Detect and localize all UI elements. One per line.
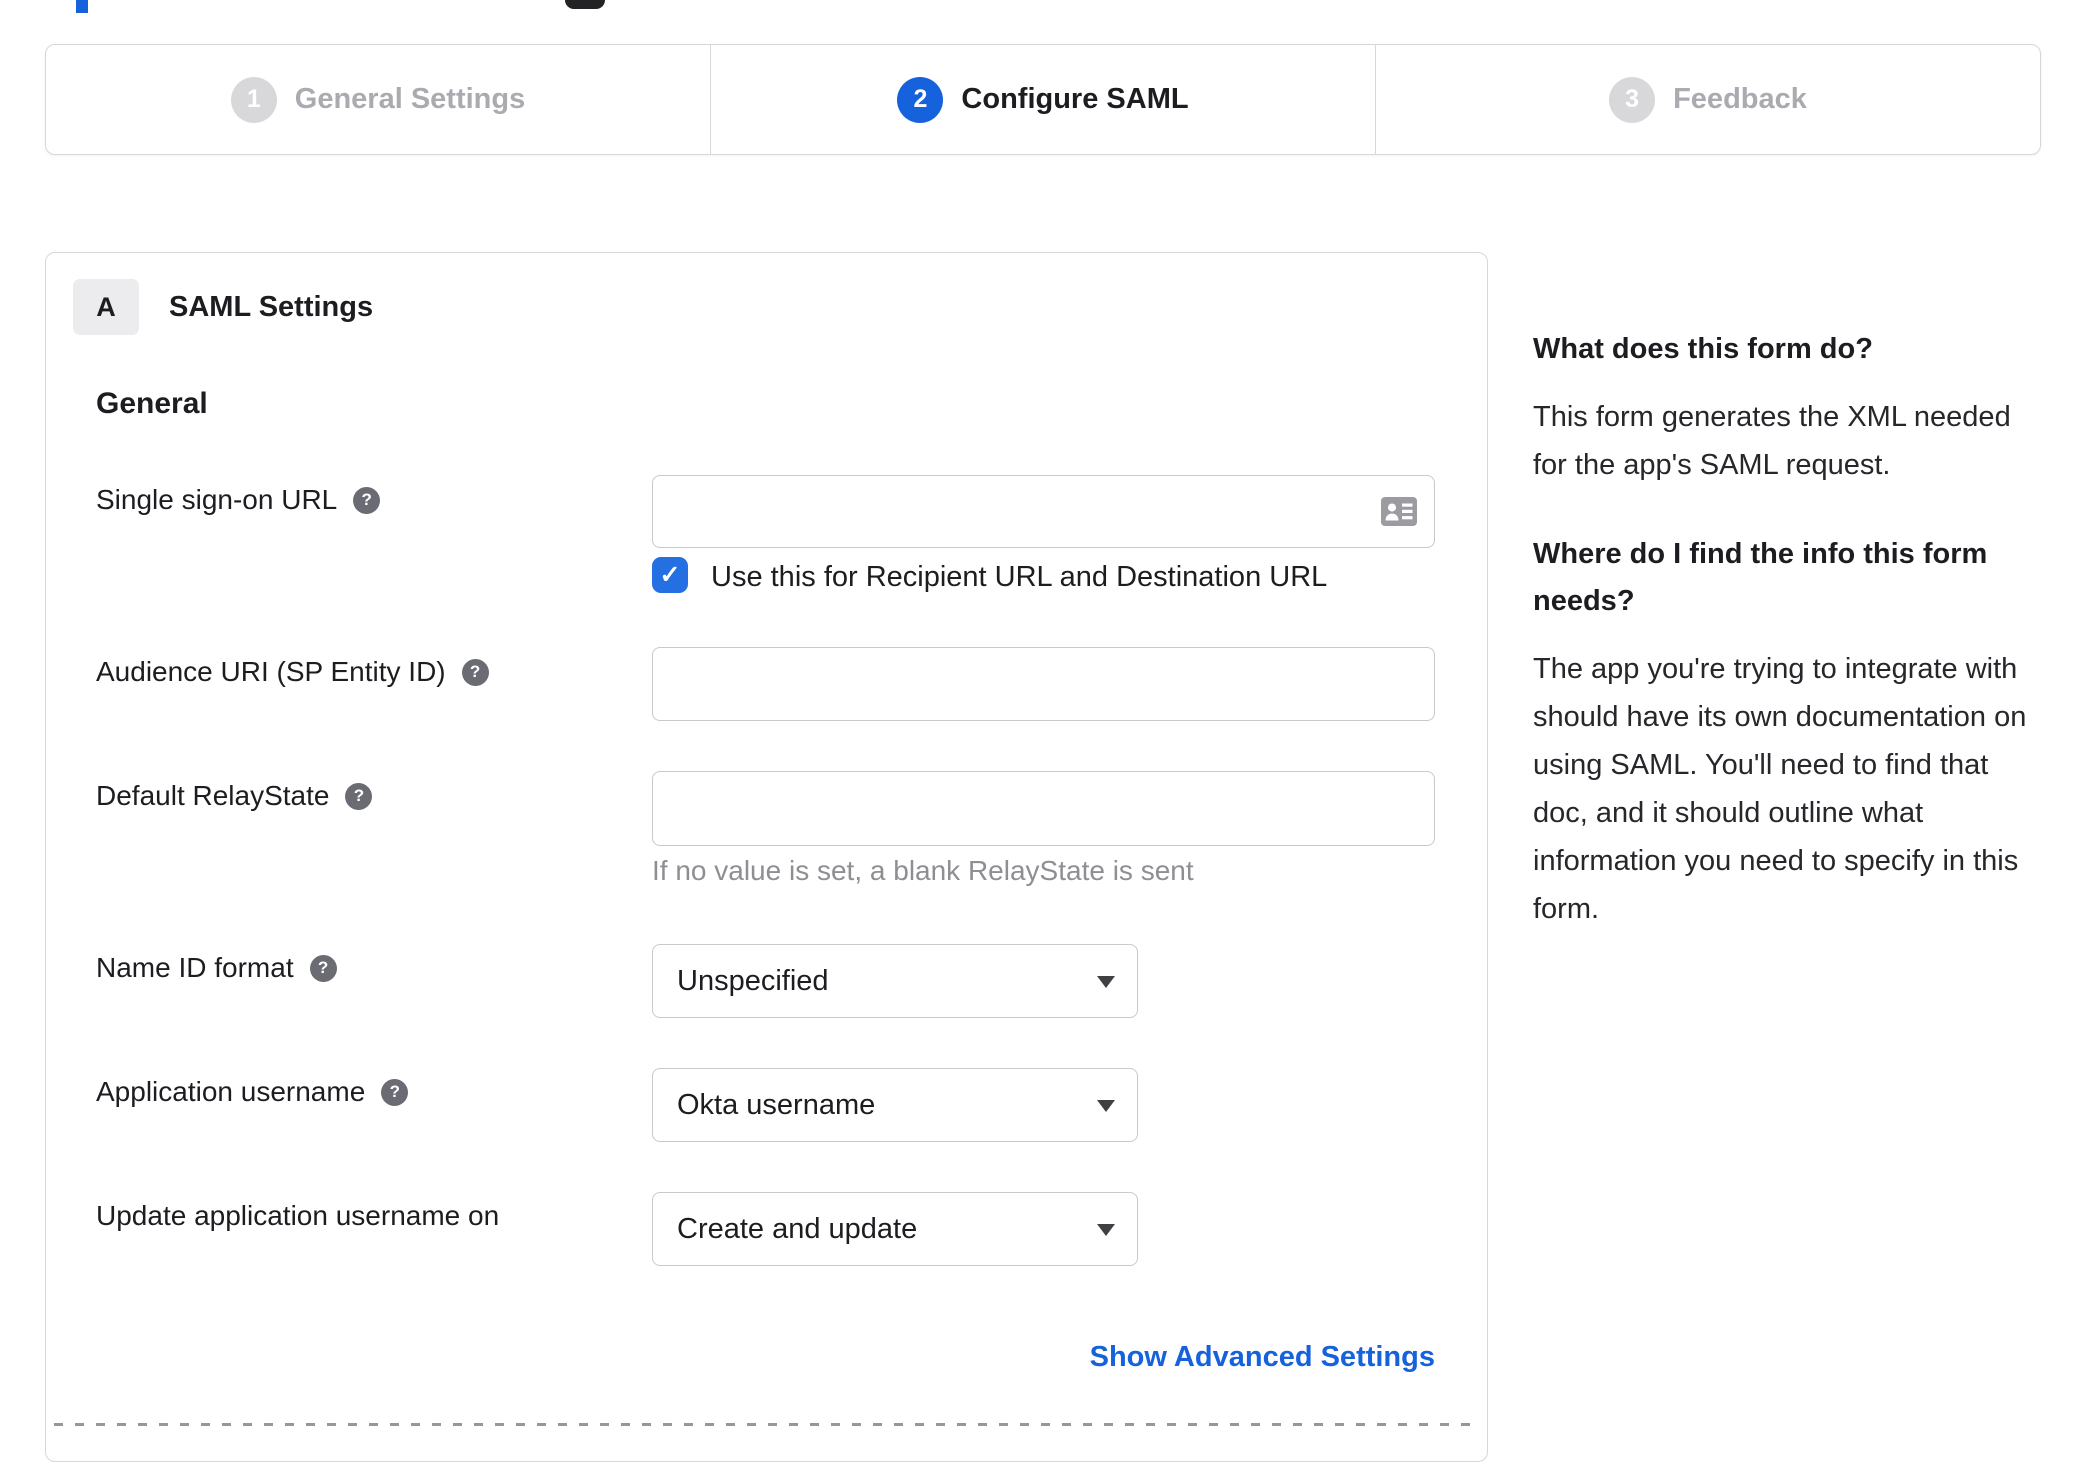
audience-uri-input[interactable] [652,647,1435,721]
sso-url-label-row: Single sign-on URL ? [96,483,381,517]
relay-state-input[interactable] [652,771,1435,846]
name-id-format-value: Unspecified [677,964,829,997]
general-group-title: General [96,387,208,420]
relay-state-helper-text: If no value is set, a blank RelayState i… [652,855,1194,886]
sso-url-help-icon[interactable]: ? [353,486,381,514]
step-configure-saml[interactable]: 2 Configure SAML [710,45,1375,154]
chevron-down-icon [1097,1224,1115,1236]
step-2-label: Configure SAML [961,83,1189,115]
help-heading-2: Where do I find the info this form needs… [1533,538,1988,617]
help-sidebar: What does this form do? This form genera… [1533,326,2045,975]
help-body-2: The app you're trying to integrate with … [1533,653,2027,925]
chevron-down-icon [1097,1100,1115,1112]
update-username-select[interactable]: Create and update [652,1192,1138,1266]
audience-uri-help-icon[interactable]: ? [461,658,489,686]
clipped-dark-element [565,0,605,9]
sso-url-label: Single sign-on URL [96,484,338,515]
help-heading-1: What does this form do? [1533,333,1873,365]
help-body-1: This form generates the XML needed for t… [1533,401,2011,481]
recipient-url-checkbox-label: Use this for Recipient URL and Destinati… [711,561,1328,593]
audience-uri-label-row: Audience URI (SP Entity ID) ? [96,655,489,689]
name-id-format-select[interactable]: Unspecified [652,944,1138,1018]
section-a-badge: A [73,279,139,335]
step-1-number: 1 [230,76,277,123]
step-feedback[interactable]: 3 Feedback [1375,45,2040,154]
name-id-format-label: Name ID format [96,952,294,983]
chevron-down-icon [1097,976,1115,988]
relay-state-label: Default RelayState [96,780,330,811]
wizard-stepper: 1 General Settings 2 Configure SAML 3 Fe… [45,44,2041,155]
name-id-format-help-icon[interactable]: ? [309,954,337,982]
show-advanced-settings-link[interactable]: Show Advanced Settings [1090,1341,1435,1374]
app-username-help-icon[interactable]: ? [381,1078,409,1106]
section-title: SAML Settings [169,290,374,323]
audience-uri-label: Audience URI (SP Entity ID) [96,656,446,687]
step-1-label: General Settings [294,83,526,115]
update-username-value: Create and update [677,1212,918,1245]
step-general-settings[interactable]: 1 General Settings [46,45,710,154]
step-2-number: 2 [897,76,944,123]
app-username-label-row: Application username ? [96,1075,409,1109]
relay-state-help-icon[interactable]: ? [345,782,373,810]
relay-state-label-row: Default RelayState ? [96,779,373,813]
sso-url-input-wrap [652,475,1435,548]
recipient-url-checkbox[interactable]: ✓ [652,557,688,593]
app-username-select[interactable]: Okta username [652,1068,1138,1142]
panel-header: A SAML Settings [73,279,373,335]
app-username-value: Okta username [677,1088,876,1121]
app-username-label: Application username [96,1076,366,1107]
sso-url-input[interactable] [652,475,1435,548]
name-id-format-label-row: Name ID format ? [96,951,337,985]
update-username-label: Update application username on [96,1200,500,1231]
step-3-number: 3 [1609,76,1656,123]
clipped-blue-element [76,0,88,13]
saml-settings-panel: A SAML Settings General Single sign-on U… [45,252,1488,1462]
contact-card-icon[interactable] [1381,497,1417,526]
step-3-label: Feedback [1673,83,1807,115]
update-username-label-row: Update application username on [96,1199,499,1233]
